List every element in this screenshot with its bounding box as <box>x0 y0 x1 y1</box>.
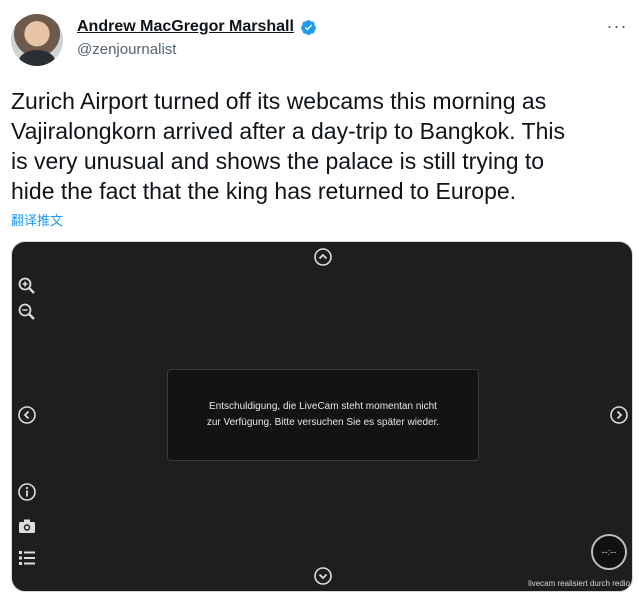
chevron-right-icon[interactable] <box>609 405 629 425</box>
info-icon[interactable] <box>17 482 37 502</box>
more-options-icon[interactable]: ··· <box>605 14 629 38</box>
tweet-header: Andrew MacGregor Marshall @zenjournalist… <box>11 14 631 68</box>
chevron-up-icon[interactable] <box>313 247 333 267</box>
zoom-out-icon[interactable] <box>17 302 37 322</box>
avatar[interactable] <box>11 14 63 66</box>
tweet-text: Zurich Airport turned off its webcams th… <box>11 88 565 204</box>
camera-icon[interactable] <box>17 516 37 536</box>
list-icon[interactable] <box>17 548 37 568</box>
author-row: Andrew MacGregor Marshall <box>77 18 317 36</box>
verified-badge-icon <box>301 19 316 35</box>
timelapse-timer[interactable]: --:-- <box>591 534 627 570</box>
author-name[interactable]: Andrew MacGregor Marshall <box>77 18 294 36</box>
zoom-in-icon[interactable] <box>17 276 37 296</box>
webcam-media[interactable]: Entschuldigung, die LiveCam steht moment… <box>11 241 633 592</box>
author-handle[interactable]: @zenjournalist <box>77 41 176 58</box>
chevron-down-icon[interactable] <box>313 566 333 586</box>
chevron-left-icon[interactable] <box>17 405 37 425</box>
message-line-1: Entschuldigung, die LiveCam steht moment… <box>209 401 437 412</box>
translate-tweet-link[interactable]: 翻译推文 <box>11 210 63 229</box>
livecam-unavailable-message: Entschuldigung, die LiveCam steht moment… <box>167 369 479 461</box>
message-line-2: zur Verfügung. Bitte versuchen Sie es sp… <box>206 417 440 428</box>
livecam-credit[interactable]: livecam realisiert durch redio <box>528 579 630 588</box>
